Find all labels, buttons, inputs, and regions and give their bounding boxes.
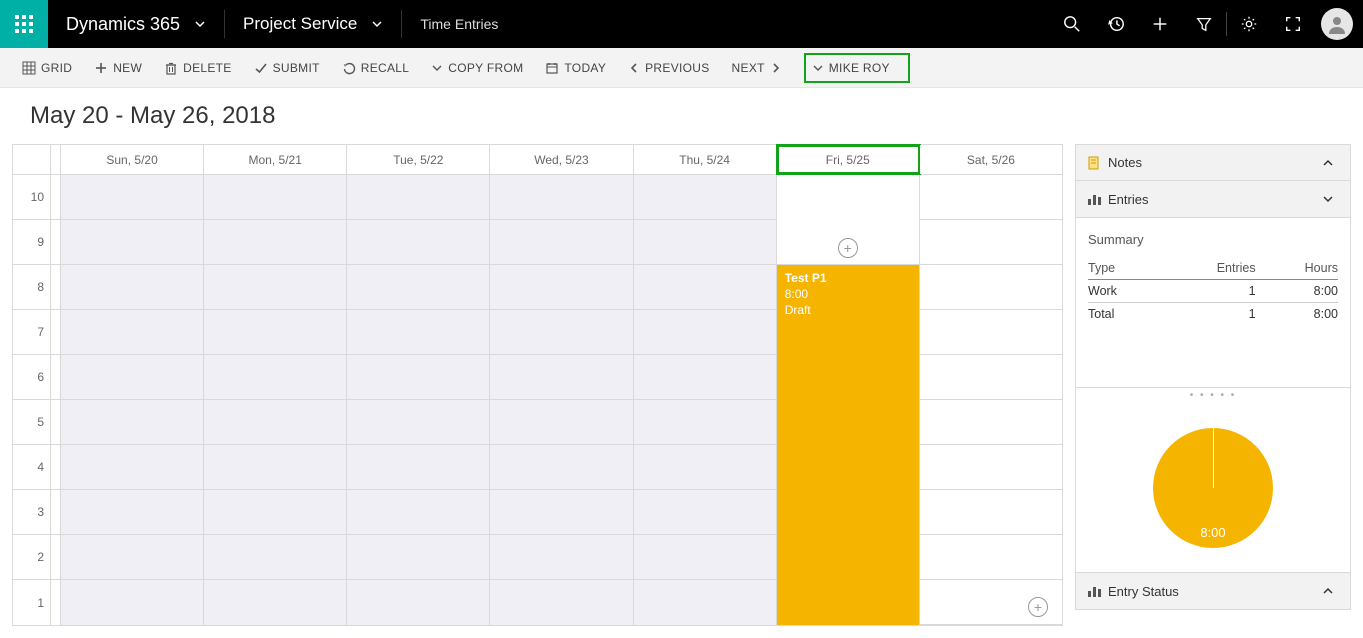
hour-label: 3 [13,490,50,535]
day-column-thu[interactable] [634,175,777,625]
day-column-fri[interactable]: + Test P1 8:00 Draft [777,175,920,625]
copy-from-button[interactable]: COPY FROM [431,61,523,75]
table-row: Total 1 8:00 [1088,303,1338,326]
delete-button[interactable]: DELETE [164,61,231,75]
page-title: May 20 - May 26, 2018 [0,88,1363,144]
module-label: Project Service [225,14,371,34]
fullscreen-icon[interactable] [1271,0,1315,48]
summary-table: Type Entries Hours Work 1 8:00 Total 1 8… [1088,257,1338,325]
day-header-selected[interactable]: Fri, 5/25 [777,145,920,174]
summary-label: Summary [1088,232,1338,247]
day-header[interactable]: Thu, 5/24 [634,145,777,174]
new-icon[interactable] [1138,0,1182,48]
calendar: Sun, 5/20 Mon, 5/21 Tue, 5/22 Wed, 5/23 … [12,144,1063,626]
chevron-up-icon [1322,157,1334,169]
previous-button[interactable]: PREVIOUS [628,61,709,75]
app-launcher[interactable] [0,0,48,48]
hour-label: 9 [13,220,50,265]
filter-icon[interactable] [1182,0,1226,48]
next-button[interactable]: NEXT [732,61,782,75]
notes-panel-header[interactable]: Notes [1076,145,1350,181]
pie-chart: 8:00 [1075,403,1351,573]
recent-icon[interactable] [1094,0,1138,48]
hour-label: 6 [13,355,50,400]
day-column-tue[interactable] [347,175,490,625]
search-icon[interactable] [1050,0,1094,48]
entry-status-label: Entry Status [1108,584,1179,599]
hour-label: 10 [13,175,50,220]
day-header[interactable]: Tue, 5/22 [347,145,490,174]
brand-dropdown[interactable]: Dynamics 365 [48,14,224,35]
add-entry-button[interactable]: + [1028,597,1048,617]
table-row: Work 1 8:00 [1088,280,1338,303]
hour-label: 7 [13,310,50,355]
pie-label: 8:00 [1200,525,1225,540]
entry-status: Draft [785,303,911,317]
entry-title: Test P1 [785,271,911,285]
time-entry[interactable]: Test P1 8:00 Draft [777,265,919,625]
bar-chart-icon [1086,191,1102,207]
brand-label: Dynamics 365 [48,14,194,35]
day-header[interactable]: Sun, 5/20 [61,145,204,174]
day-column-sat[interactable]: + [920,175,1062,625]
day-column-sun[interactable] [61,175,204,625]
chevron-up-icon [1322,585,1334,597]
day-column-mon[interactable] [204,175,347,625]
col-type: Type [1088,257,1159,280]
settings-icon[interactable] [1227,0,1271,48]
day-header[interactable]: Mon, 5/21 [204,145,347,174]
entry-time: 8:00 [785,287,911,301]
today-button[interactable]: TODAY [545,61,606,75]
grid-button[interactable]: GRID [22,61,72,75]
hour-label: 5 [13,400,50,445]
recall-button[interactable]: RECALL [342,61,410,75]
hour-label: 1 [13,580,50,625]
chevron-down-icon [1322,193,1334,205]
add-entry-button[interactable]: + [838,238,858,258]
user-filter-button[interactable]: MIKE ROY [804,53,910,83]
col-hours: Hours [1256,257,1338,280]
notes-label: Notes [1108,155,1142,170]
col-entries: Entries [1159,257,1255,280]
notes-icon [1086,155,1102,171]
module-dropdown[interactable]: Project Service [225,14,401,34]
user-avatar[interactable] [1321,8,1353,40]
day-header[interactable]: Wed, 5/23 [490,145,633,174]
hour-label: 4 [13,445,50,490]
resize-grip[interactable]: • • • • • [1075,388,1351,403]
bar-chart-icon [1086,583,1102,599]
page-name: Time Entries [402,16,516,32]
entries-label: Entries [1108,192,1148,207]
submit-button[interactable]: SUBMIT [254,61,320,75]
entries-panel-header[interactable]: Entries [1076,181,1350,217]
chevron-down-icon [194,18,206,30]
hour-label: 8 [13,265,50,310]
new-button[interactable]: NEW [94,61,142,75]
chevron-down-icon [371,18,383,30]
day-header[interactable]: Sat, 5/26 [920,145,1062,174]
entry-status-panel-header[interactable]: Entry Status [1076,573,1350,609]
day-column-wed[interactable] [490,175,633,625]
hour-label: 2 [13,535,50,580]
